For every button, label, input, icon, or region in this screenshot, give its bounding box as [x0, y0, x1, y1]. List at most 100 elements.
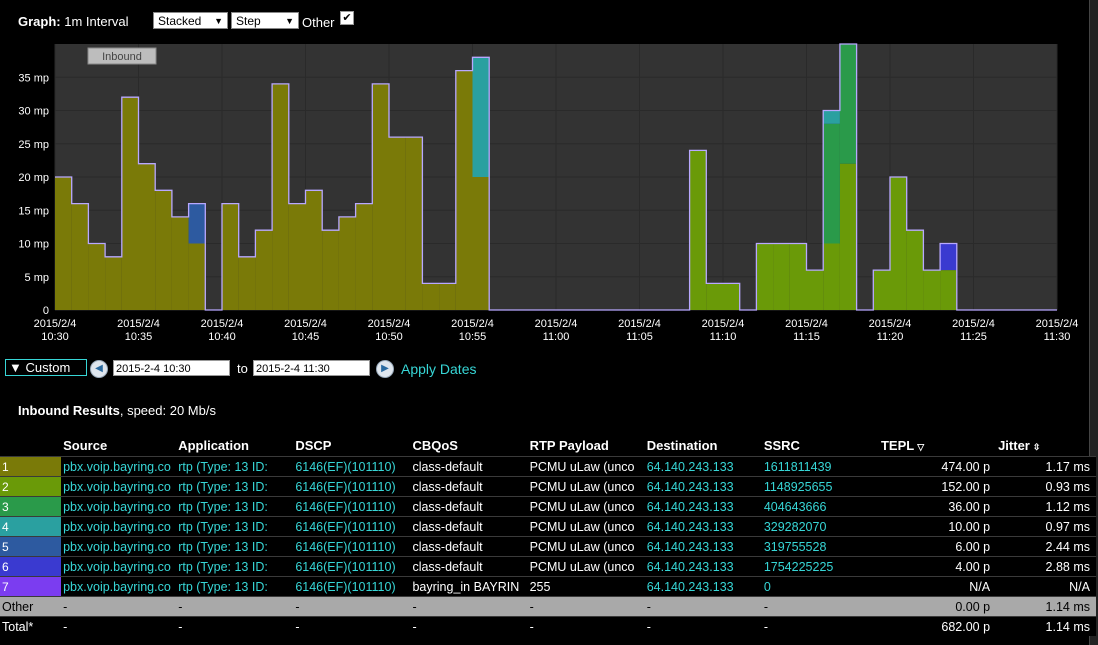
series-swatch[interactable]: 4 — [0, 516, 62, 537]
col-ssrc[interactable]: SSRC — [762, 434, 879, 457]
interval-label: 1m Interval — [64, 14, 129, 29]
table-row[interactable]: 7 pbx.voip.bayring.co rtp (Type: 13 ID: 614… — [0, 576, 1096, 597]
series-swatch[interactable]: 2 — [0, 476, 62, 497]
cell-tepl: 6.00 p — [878, 536, 997, 557]
cell-source[interactable]: pbx.voip.bayring.co — [61, 516, 177, 537]
table-row[interactable]: 2 pbx.voip.bayring.co rtp (Type: 13 ID: 614… — [0, 476, 1096, 497]
results-title: Inbound Results — [18, 403, 120, 418]
stack-mode-value: Stacked — [158, 14, 202, 28]
x-tick-time: 11:25 — [960, 331, 987, 343]
cell-source[interactable]: pbx.voip.bayring.co — [61, 536, 177, 557]
cell-source[interactable]: pbx.voip.bayring.co — [61, 456, 177, 477]
col-jitter-header[interactable]: Jitter ⇳ — [996, 434, 1096, 457]
cell-dscp[interactable]: 6146(EF)(101110) — [293, 516, 411, 537]
series-5-bar — [188, 203, 206, 244]
results-table: Source Application DSCP CBQoS RTP Payloa… — [0, 434, 1096, 636]
cell-application[interactable]: rtp (Type: 13 ID: — [176, 476, 294, 497]
cell-tepl: 10.00 p — [878, 516, 997, 537]
series-swatch[interactable]: 6 — [0, 556, 62, 577]
col-rtp-payload[interactable]: RTP Payload — [528, 434, 645, 457]
series-2-bar — [839, 163, 857, 310]
arrow-left-icon: ◀ — [95, 363, 103, 374]
cell-dscp[interactable]: 6146(EF)(101110) — [293, 496, 411, 517]
cell-ssrc[interactable]: 319755528 — [761, 536, 879, 557]
cell-destination[interactable]: 64.140.243.133 — [644, 516, 762, 537]
cell-rtp-payload: PCMU uLaw (unco — [527, 556, 645, 577]
stack-mode-select[interactable]: Stacked ▼ — [153, 12, 228, 29]
col-cbqos[interactable]: CBQoS — [410, 434, 527, 457]
cell-ssrc[interactable]: 1754225225 — [761, 556, 879, 577]
table-row[interactable]: 1 pbx.voip.bayring.co rtp (Type: 13 ID: 614… — [0, 456, 1096, 477]
apply-dates-link[interactable]: Apply Dates — [401, 361, 476, 377]
x-tick-date: 2015/2/4 — [952, 318, 995, 330]
col-jitter[interactable]: Jitter — [998, 438, 1030, 453]
cell-dscp[interactable]: 6146(EF)(101110) — [293, 536, 411, 557]
cell-application[interactable]: rtp (Type: 13 ID: — [176, 516, 294, 537]
table-row[interactable]: 5 pbx.voip.bayring.co rtp (Type: 13 ID: 614… — [0, 536, 1096, 557]
series-2-bar — [723, 283, 740, 310]
cell-destination[interactable]: 64.140.243.133 — [644, 476, 762, 497]
cell-rtp-payload: PCMU uLaw (unco — [527, 476, 645, 497]
col-tepl[interactable]: TEPL — [881, 438, 914, 453]
series-swatch[interactable]: 7 — [0, 576, 62, 597]
table-row[interactable]: 4 pbx.voip.bayring.co rtp (Type: 13 ID: 614… — [0, 516, 1096, 537]
cell-destination[interactable]: 64.140.243.133 — [644, 536, 762, 557]
col-destination[interactable]: Destination — [645, 434, 762, 457]
series-3-bar — [823, 123, 840, 244]
col-source[interactable]: Source — [61, 434, 176, 457]
cell-ssrc[interactable]: 1148925655 — [761, 476, 879, 497]
cell-destination[interactable]: 64.140.243.133 — [644, 496, 762, 517]
series-2-bar — [923, 270, 941, 310]
cell-cbqos: class-default — [410, 536, 528, 557]
cell-ssrc[interactable]: 1611811439 — [761, 456, 879, 477]
cell-ssrc[interactable]: 329282070 — [761, 516, 879, 537]
cell-ssrc[interactable]: 0 — [761, 576, 879, 597]
checkmark-icon: ✔ — [342, 12, 352, 24]
date-from-input[interactable]: 2015-2-4 10:30 — [113, 360, 230, 376]
series-swatch[interactable]: 1 — [0, 456, 62, 477]
x-tick-date: 2015/2/4 — [368, 318, 411, 330]
col-tepl-header[interactable]: TEPL ▽ — [879, 434, 996, 457]
cell-cbqos: class-default — [410, 496, 528, 517]
cell-dscp[interactable]: 6146(EF)(101110) — [293, 476, 411, 497]
col-dscp[interactable]: DSCP — [293, 434, 410, 457]
series-2-bar — [823, 243, 840, 310]
series-swatch[interactable]: 5 — [0, 536, 62, 557]
date-to-input[interactable]: 2015-2-4 11:30 — [253, 360, 370, 376]
cell-application[interactable]: rtp (Type: 13 ID: — [176, 496, 294, 517]
next-range-button[interactable]: ▶ — [376, 360, 394, 378]
cell-destination[interactable]: 64.140.243.133 — [644, 456, 762, 477]
line-style-value: Step — [236, 14, 261, 28]
series-swatch[interactable]: 3 — [0, 496, 62, 517]
cell-source[interactable]: pbx.voip.bayring.co — [61, 496, 177, 517]
series-1-bar — [105, 256, 122, 310]
cell-source[interactable]: pbx.voip.bayring.co — [61, 576, 177, 597]
graph-label-title: Graph: — [18, 14, 61, 29]
cell-application[interactable]: rtp (Type: 13 ID: — [176, 576, 294, 597]
y-tick-label: 0 — [43, 305, 49, 317]
col-application[interactable]: Application — [176, 434, 293, 457]
cell-application[interactable]: rtp (Type: 13 ID: — [176, 556, 294, 577]
chevron-down-icon: ▼ — [285, 16, 294, 26]
cell-ssrc[interactable]: 404643666 — [761, 496, 879, 517]
cell-application[interactable]: rtp (Type: 13 ID: — [176, 536, 294, 557]
table-row[interactable]: 6 pbx.voip.bayring.co rtp (Type: 13 ID: 614… — [0, 556, 1096, 577]
line-style-select[interactable]: Step ▼ — [231, 12, 299, 29]
series-1-bar — [272, 83, 289, 311]
x-tick-date: 2015/2/4 — [34, 318, 77, 330]
other-checkbox[interactable]: ✔ — [340, 11, 354, 25]
cell-dscp[interactable]: 6146(EF)(101110) — [293, 556, 411, 577]
cell-dscp[interactable]: 6146(EF)(101110) — [293, 456, 411, 477]
cell-destination[interactable]: 64.140.243.133 — [644, 576, 762, 597]
cell-destination[interactable]: 64.140.243.133 — [644, 556, 762, 577]
cell-source[interactable]: pbx.voip.bayring.co — [61, 476, 177, 497]
table-row[interactable]: 3 pbx.voip.bayring.co rtp (Type: 13 ID: 614… — [0, 496, 1096, 517]
cell-application[interactable]: rtp (Type: 13 ID: — [176, 456, 294, 477]
total-jitter: 1.14 ms — [996, 616, 1096, 636]
cell-source[interactable]: pbx.voip.bayring.co — [61, 556, 177, 577]
cell: - — [176, 616, 294, 636]
range-dropdown[interactable]: ▼ Custom — [5, 359, 87, 376]
prev-range-button[interactable]: ◀ — [90, 360, 108, 378]
cell-dscp[interactable]: 6146(EF)(101110) — [293, 576, 411, 597]
y-tick-label: 30 mp — [18, 106, 49, 118]
